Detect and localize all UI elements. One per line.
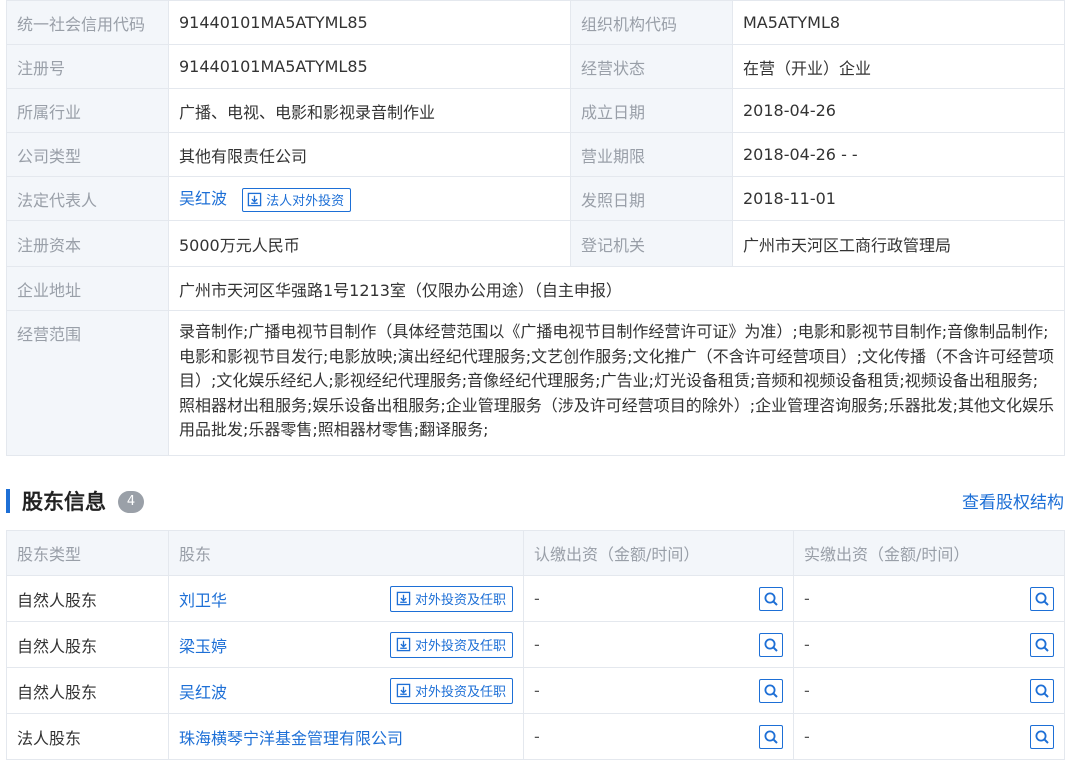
status-label: 经营状态 [570,44,733,89]
shareholder-table: 股东类型 股东 认缴出资（金额/时间） 实缴出资（金额/时间） 自然人股东 刘卫… [6,530,1065,760]
subscribed-value: - [534,635,540,654]
search-icon [764,684,778,698]
search-icon [1035,730,1049,744]
subscribed-search-button[interactable] [759,586,783,611]
subscribed-search-button[interactable] [759,632,783,657]
address-value: 广州市天河区华强路1号1213室（仅限办公用途）（自主申报） [168,266,1065,311]
legal-rep-link[interactable]: 吴红波 [179,189,227,208]
invest-role-button[interactable]: 对外投资及任职 [389,677,513,704]
download-box-icon [396,637,411,652]
capital-value: 5000万元人民币 [168,220,571,267]
shareholder-name-link[interactable]: 珠海横琴宁洋基金管理有限公司 [179,725,403,749]
org-code-label: 组织机构代码 [570,0,733,45]
paid-search-button[interactable] [1030,724,1054,749]
industry-label: 所属行业 [6,88,169,133]
company-type-label: 公司类型 [6,132,169,177]
section-title: 股东信息 [22,490,106,514]
credit-code-value: 91440101MA5ATYML85 [168,0,571,45]
search-icon [1035,638,1049,652]
header-type: 股东类型 [6,530,169,576]
paid-value: - [804,589,810,608]
shareholder-type: 自然人股东 [6,621,169,668]
table-row: 自然人股东 梁玉婷 对外投资及任职 - - [6,621,1065,668]
company-type-value: 其他有限责任公司 [168,132,571,177]
subscribed-value: - [534,681,540,700]
table-row: 自然人股东 刘卫华 对外投资及任职 - - [6,575,1065,622]
shareholder-name-link[interactable]: 刘卫华 [179,587,227,611]
authority-value: 广州市天河区工商行政管理局 [732,220,1065,267]
search-icon [1035,684,1049,698]
header-subscribed: 认缴出资（金额/时间） [523,530,794,576]
subscribed-value: - [534,727,540,746]
paid-search-button[interactable] [1030,678,1054,703]
paid-search-button[interactable] [1030,632,1054,657]
header-name: 股东 [168,530,524,576]
invest-role-label: 对外投资及任职 [414,685,506,700]
header-paid: 实缴出资（金额/时间） [793,530,1065,576]
shareholder-count-badge: 4 [118,491,144,513]
subscribed-search-button[interactable] [759,724,783,749]
org-code-value: MA5ATYML8 [732,0,1065,45]
paid-value: - [804,681,810,700]
search-icon [764,638,778,652]
shareholder-name-link[interactable]: 吴红波 [179,679,227,703]
term-label: 营业期限 [570,132,733,177]
reg-no-label: 注册号 [6,44,169,89]
section-accent-bar [6,489,10,513]
scope-value: 录音制作;广播电视节目制作（具体经营范围以《广播电视节目制作经营许可证》为准）;… [168,310,1065,456]
reg-no-value: 91440101MA5ATYML85 [168,44,571,89]
invest-role-button[interactable]: 对外投资及任职 [389,585,513,612]
authority-label: 登记机关 [570,220,733,267]
shareholder-section-header: 股东信息 4 查看股权结构 [6,484,1064,516]
shareholder-type: 自然人股东 [6,575,169,622]
search-icon [764,592,778,606]
paid-search-button[interactable] [1030,586,1054,611]
license-date-value: 2018-11-01 [732,176,1065,221]
download-box-icon [247,193,262,207]
subscribed-search-button[interactable] [759,678,783,703]
subscribed-value: - [534,589,540,608]
invest-role-label: 对外投资及任职 [414,639,506,654]
industry-value: 广播、电视、电影和影视录音制作业 [168,88,571,133]
founded-value: 2018-04-26 [732,88,1065,133]
paid-value: - [804,727,810,746]
table-row: 自然人股东 吴红波 对外投资及任职 - - [6,667,1065,714]
view-structure-link[interactable]: 查看股权结构 [962,488,1064,513]
shareholder-name-link[interactable]: 梁玉婷 [179,633,227,657]
address-label: 企业地址 [6,266,169,311]
invest-role-label: 对外投资及任职 [414,593,506,608]
shareholder-type: 自然人股东 [6,667,169,714]
legal-rep-label: 法定代表人 [6,176,169,221]
invest-role-button[interactable]: 对外投资及任职 [389,631,513,658]
legal-rep-invest-button[interactable]: 法人对外投资 [242,187,352,212]
search-icon [1035,592,1049,606]
download-box-icon [396,683,411,698]
download-box-icon [396,591,411,606]
credit-code-label: 统一社会信用代码 [6,0,169,45]
scope-label: 经营范围 [6,310,169,456]
founded-label: 成立日期 [570,88,733,133]
company-info-table: 统一社会信用代码 91440101MA5ATYML85 组织机构代码 MA5AT… [6,0,1065,456]
license-date-label: 发照日期 [570,176,733,221]
legal-rep-invest-label: 法人对外投资 [266,194,345,210]
paid-value: - [804,635,810,654]
status-value: 在营（开业）企业 [732,44,1065,89]
capital-label: 注册资本 [6,220,169,267]
legal-rep-cell: 吴红波 法人对外投资 [168,176,571,221]
term-value: 2018-04-26 - - [732,132,1065,177]
search-icon [764,730,778,744]
